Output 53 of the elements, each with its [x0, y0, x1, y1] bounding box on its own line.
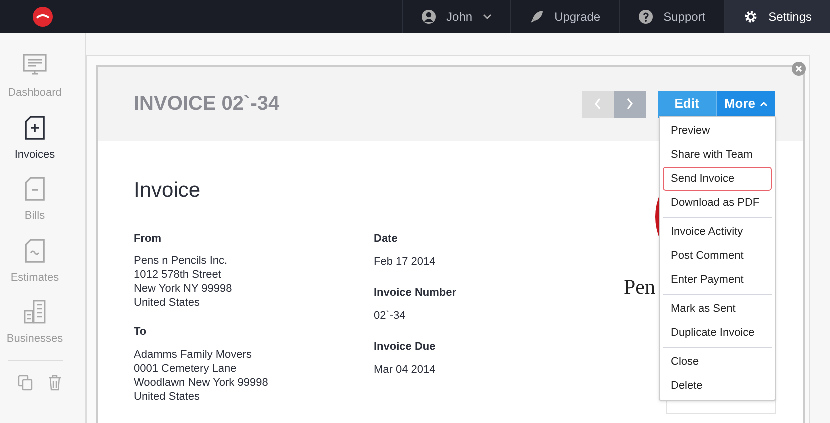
- nav-item[interactable]: Support: [618, 0, 724, 33]
- menu-item[interactable]: Mark as Sent: [663, 297, 772, 321]
- menu-item[interactable]: Share with Team: [663, 143, 772, 167]
- address-line: New York NY 99998: [134, 282, 234, 296]
- chevron-down-icon: [482, 14, 492, 20]
- address-line: 1012 578th Street: [134, 268, 222, 282]
- address-line: Adamms Family Movers: [134, 348, 253, 362]
- address-line: United States: [134, 390, 202, 404]
- document-wave-icon: [22, 238, 48, 264]
- field-label: Invoice Number: [374, 286, 457, 300]
- previous-button[interactable]: [582, 90, 614, 118]
- menu-item[interactable]: Close: [663, 350, 772, 374]
- menu-item[interactable]: Delete: [663, 374, 772, 398]
- next-button[interactable]: [614, 90, 646, 118]
- nav-item[interactable]: Settings: [724, 0, 830, 33]
- invoice-title: INVOICE 02`-34: [134, 92, 280, 117]
- user-icon: [420, 8, 437, 24]
- settings-icon: [742, 8, 759, 24]
- nav-item[interactable]: John: [402, 0, 510, 33]
- address-line: United States: [134, 296, 202, 310]
- field-label: To: [134, 325, 148, 340]
- menu-item[interactable]: Enter Payment: [663, 268, 772, 292]
- buildings-icon: [22, 299, 48, 325]
- field-value: Feb 17 2014: [374, 255, 437, 270]
- address-line: Pens n Pencils Inc.: [134, 254, 229, 268]
- nav-item[interactable]: Upgrade: [510, 0, 619, 33]
- menu-item[interactable]: Send Invoice: [663, 167, 772, 191]
- field-label: Date: [374, 232, 399, 246]
- address-line: 0001 Cemetery Lane: [134, 362, 238, 376]
- menu-item[interactable]: Invoice Activity: [663, 220, 772, 244]
- document-plus-icon: [22, 114, 48, 140]
- trash-icon[interactable]: [48, 374, 62, 390]
- sidebar-item[interactable]: Invoices: [0, 114, 70, 163]
- menu-item[interactable]: Preview: [663, 119, 772, 143]
- field-label: From: [134, 232, 162, 246]
- caret-up-icon: [760, 101, 768, 107]
- field-label: Invoice Due: [374, 340, 437, 354]
- field-value: Mar 04 2014: [374, 363, 437, 378]
- address-line: Woodlawn New York 99998: [134, 376, 270, 390]
- close-icon[interactable]: [792, 62, 806, 76]
- menu-item[interactable]: Post Comment: [663, 244, 772, 268]
- copy-icon[interactable]: [18, 374, 34, 390]
- logo-icon[interactable]: [32, 6, 54, 28]
- chevron-right-icon: [626, 98, 634, 110]
- menu-item[interactable]: Duplicate Invoice: [663, 321, 772, 345]
- menu-item[interactable]: Download as PDF: [663, 191, 772, 215]
- document-minus-icon: [22, 176, 48, 202]
- invoice-heading: Invoice: [134, 178, 201, 204]
- company-name: Pen: [624, 274, 656, 301]
- help-icon: [638, 8, 654, 24]
- field-value: 02`-34: [374, 309, 407, 324]
- more-button[interactable]: More: [716, 90, 775, 118]
- chevron-left-icon: [594, 98, 602, 110]
